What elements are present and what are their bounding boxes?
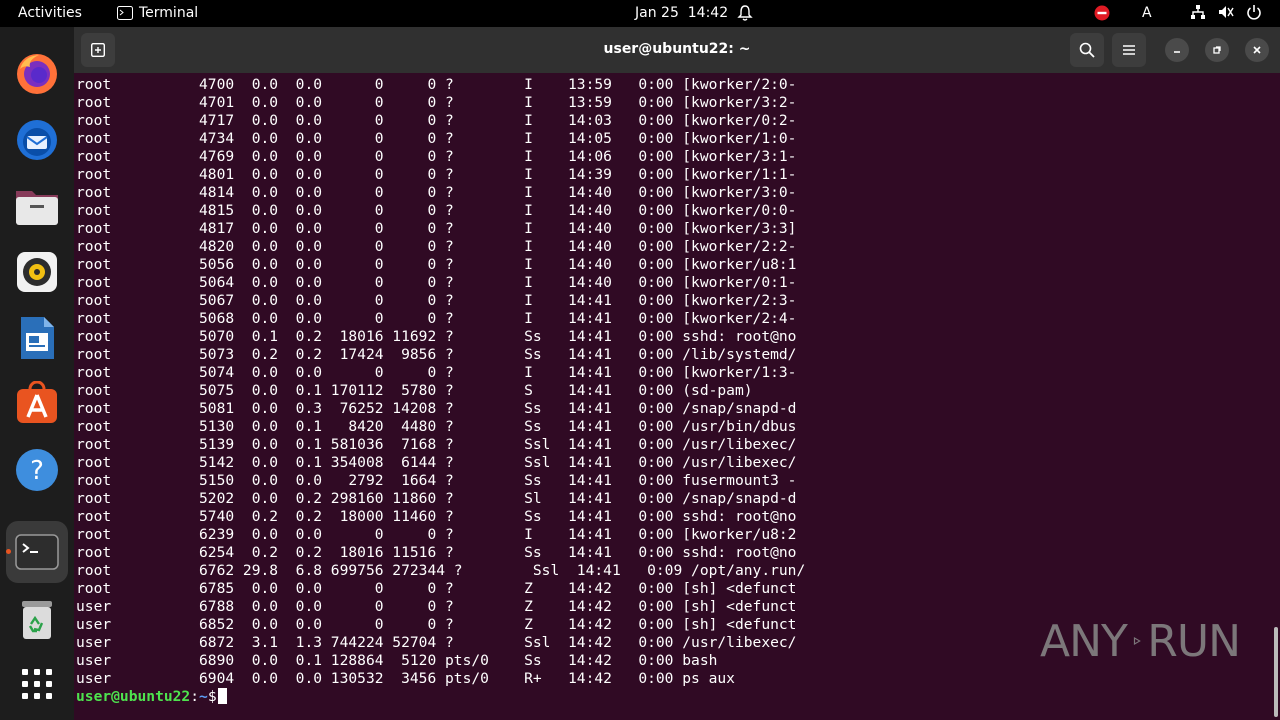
process-row: root 5075 0.0 0.1 170112 5780 ? S 14:41 … [76, 382, 753, 399]
activities-button[interactable]: Activities [18, 5, 82, 21]
window-headerbar[interactable]: user@ubuntu22: ~ [74, 27, 1280, 73]
top-bar: Activities Terminal Jan 25 14:42 A [0, 0, 1280, 27]
files-icon[interactable] [14, 183, 60, 229]
maximize-button[interactable] [1205, 38, 1229, 62]
process-row: root 5067 0.0 0.0 0 0 ? I 14:41 0:00 [kw… [76, 292, 797, 309]
help-icon[interactable]: ? [14, 447, 60, 493]
process-row: root 4717 0.0 0.0 0 0 ? I 14:03 0:00 [kw… [76, 112, 797, 129]
process-row: root 4701 0.0 0.0 0 0 ? I 13:59 0:00 [kw… [76, 94, 797, 111]
process-row: root 5073 0.2 0.2 17424 9856 ? Ss 14:41 … [76, 346, 797, 363]
app-center-icon[interactable] [14, 380, 60, 427]
text-cursor [217, 688, 227, 704]
process-row: root 4700 0.0 0.0 0 0 ? I 13:59 0:00 [kw… [76, 76, 797, 93]
terminal-small-icon [117, 6, 133, 20]
process-row: root 6254 0.2 0.2 18016 11516 ? Ss 14:41… [76, 544, 797, 561]
process-row: root 5074 0.0 0.0 0 0 ? I 14:41 0:00 [kw… [76, 364, 797, 381]
libreoffice-writer-icon[interactable] [14, 315, 60, 361]
process-row: root 5139 0.0 0.1 581036 7168 ? Ssl 14:4… [76, 436, 797, 453]
process-row: root 6239 0.0 0.0 0 0 ? I 14:41 0:00 [kw… [76, 526, 797, 543]
volume-icon[interactable] [1218, 4, 1234, 24]
watermark-text-right: RUN [1147, 615, 1241, 667]
process-row: root 5070 0.1 0.2 18016 11692 ? Ss 14:41… [76, 328, 797, 345]
process-row: root 4734 0.0 0.0 0 0 ? I 14:05 0:00 [kw… [76, 130, 797, 147]
process-row: root 5068 0.0 0.0 0 0 ? I 14:41 0:00 [kw… [76, 310, 797, 327]
dock: ? [0, 27, 74, 720]
prompt-separator: : [190, 688, 200, 705]
process-row: root 4801 0.0 0.0 0 0 ? I 14:39 0:00 [kw… [76, 166, 797, 183]
rhythmbox-icon[interactable] [14, 249, 60, 295]
bell-icon[interactable] [737, 4, 753, 26]
minimize-icon [1174, 51, 1180, 53]
prompt-line[interactable]: user@ubuntu22:~$ [76, 688, 1256, 706]
clock[interactable]: Jan 25 14:42 [635, 5, 728, 21]
network-icon[interactable] [1190, 4, 1206, 24]
process-row: root 6762 29.8 6.8 699756 272344 ? Ssl 1… [76, 562, 806, 579]
process-row: root 5081 0.0 0.3 76252 14208 ? Ss 14:41… [76, 400, 797, 417]
show-apps-icon[interactable] [14, 661, 60, 707]
thunderbird-icon[interactable] [14, 117, 60, 163]
hamburger-icon [1123, 45, 1135, 55]
process-row: root 5142 0.0 0.1 354008 6144 ? Ssl 14:4… [76, 454, 797, 471]
prompt-symbol: $ [207, 688, 217, 705]
process-row: root 5056 0.0 0.0 0 0 ? I 14:40 0:00 [kw… [76, 256, 797, 273]
process-row: root 4817 0.0 0.0 0 0 ? I 14:40 0:00 [kw… [76, 220, 797, 237]
scrollbar[interactable] [1274, 627, 1278, 717]
process-row: root 4814 0.0 0.0 0 0 ? I 14:40 0:00 [kw… [76, 184, 797, 201]
process-row: root 4769 0.0 0.0 0 0 ? I 14:06 0:00 [kw… [76, 148, 797, 165]
process-row: root 5202 0.0 0.2 298160 11860 ? Sl 14:4… [76, 490, 797, 507]
prompt-path: ~ [199, 688, 208, 705]
process-row: root 4815 0.0 0.0 0 0 ? I 14:40 0:00 [kw… [76, 202, 797, 219]
trash-icon[interactable] [14, 597, 60, 643]
svg-text:?: ? [30, 456, 44, 486]
process-row: root 5740 0.2 0.2 18000 11460 ? Ss 14:41… [76, 508, 797, 525]
process-row: root 4820 0.0 0.0 0 0 ? I 14:40 0:00 [kw… [76, 238, 797, 255]
input-method-indicator[interactable]: A [1142, 5, 1152, 21]
process-row: root 5130 0.0 0.1 8420 4480 ? Ss 14:41 0… [76, 418, 797, 435]
clock-time: 14:42 [687, 5, 729, 21]
search-icon [1079, 42, 1095, 58]
prompt-user: user@ubuntu22 [76, 688, 191, 705]
clock-date: Jan 25 [635, 5, 679, 21]
search-button[interactable] [1070, 33, 1104, 67]
do-not-disturb-icon[interactable] [1094, 5, 1110, 25]
process-row: root 6785 0.0 0.0 0 0 ? Z 14:42 0:00 [sh… [76, 580, 797, 597]
terminal-icon[interactable] [14, 529, 60, 575]
running-indicator [6, 549, 11, 554]
play-logo-icon [1133, 636, 1141, 646]
restore-icon [1213, 46, 1221, 54]
menu-button[interactable] [1112, 33, 1146, 67]
watermark-text-left: ANY [1040, 615, 1128, 667]
process-row: root 5150 0.0 0.0 2792 1664 ? Ss 14:41 0… [76, 472, 797, 489]
close-icon [1253, 46, 1261, 54]
process-row: root 5064 0.0 0.0 0 0 ? I 14:40 0:00 [kw… [76, 274, 797, 291]
anyrun-watermark: ANY RUN [1040, 608, 1241, 674]
minimize-button[interactable] [1165, 38, 1189, 62]
app-name: Terminal [139, 5, 199, 21]
firefox-icon[interactable] [14, 51, 60, 97]
app-menu[interactable]: Terminal [117, 5, 198, 21]
close-button[interactable] [1245, 38, 1269, 62]
power-icon[interactable] [1246, 4, 1262, 24]
